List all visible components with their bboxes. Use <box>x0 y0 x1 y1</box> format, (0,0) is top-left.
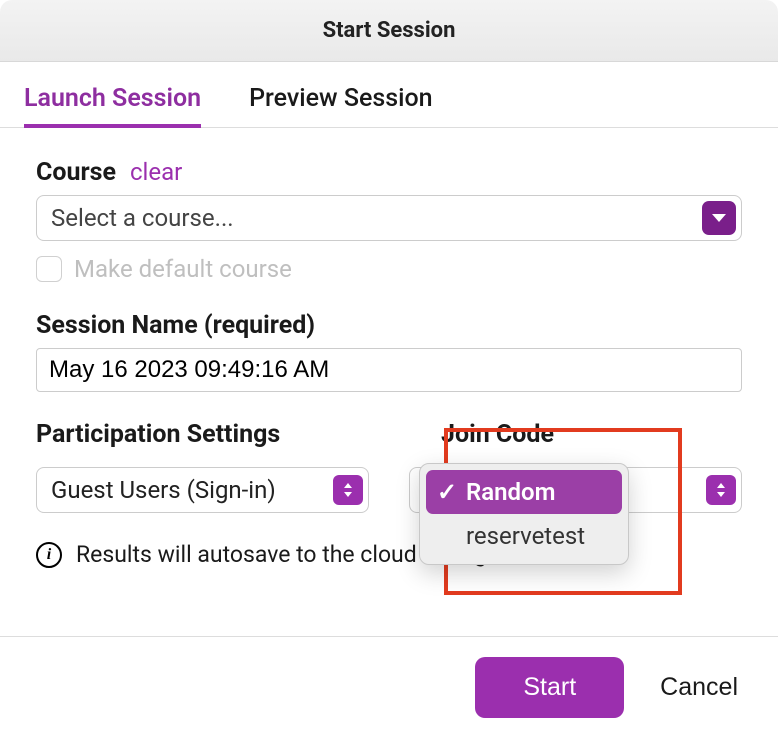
up-down-chevron-icon <box>706 475 736 505</box>
join-code-option-random[interactable]: ✓ Random <box>426 470 622 514</box>
start-button[interactable]: Start <box>475 657 624 718</box>
course-section: Course clear Select a course... Make def… <box>36 158 742 283</box>
tab-preview-session[interactable]: Preview Session <box>249 84 432 127</box>
info-row: i Results will autosave to the cloud dur… <box>36 541 742 568</box>
dialog-footer: Start Cancel <box>0 636 778 746</box>
participation-label: Participation Settings <box>36 420 280 449</box>
settings-row: Participation Settings Guest Users (Sign… <box>36 420 742 513</box>
participation-section: Participation Settings Guest Users (Sign… <box>36 420 369 513</box>
join-code-option-label: reservetest <box>466 522 585 550</box>
dialog-content: Course clear Select a course... Make def… <box>0 128 778 636</box>
course-select[interactable]: Select a course... <box>36 195 742 241</box>
dialog-title: Start Session <box>0 18 778 43</box>
start-session-dialog: Start Session Launch Session Preview Ses… <box>0 0 778 746</box>
join-code-option-reservetest[interactable]: ✓ reservetest <box>426 514 622 558</box>
session-name-label: Session Name (required) <box>36 311 315 340</box>
cancel-button[interactable]: Cancel <box>660 673 738 702</box>
join-code-dropdown[interactable]: ✓ Random ✓ reservetest <box>419 463 629 565</box>
course-clear-link[interactable]: clear <box>130 158 182 186</box>
participation-select[interactable]: Guest Users (Sign-in) <box>36 467 369 513</box>
check-icon: ✓ <box>436 478 458 506</box>
session-name-input[interactable] <box>36 348 742 392</box>
tab-launch-session[interactable]: Launch Session <box>24 84 201 127</box>
session-name-section: Session Name (required) <box>36 311 742 392</box>
chevron-down-icon <box>702 201 736 235</box>
make-default-row: Make default course <box>36 255 742 283</box>
make-default-label: Make default course <box>74 255 292 283</box>
join-code-label: Join Code <box>441 420 554 449</box>
participation-value: Guest Users (Sign-in) <box>37 468 333 512</box>
up-down-chevron-icon <box>333 475 363 505</box>
tab-bar: Launch Session Preview Session <box>0 62 778 128</box>
make-default-checkbox[interactable] <box>36 256 62 282</box>
course-label: Course <box>36 158 116 187</box>
info-icon: i <box>36 542 62 568</box>
course-select-value: Select a course... <box>37 196 702 240</box>
titlebar: Start Session <box>0 0 778 62</box>
join-code-option-label: Random <box>466 478 555 506</box>
